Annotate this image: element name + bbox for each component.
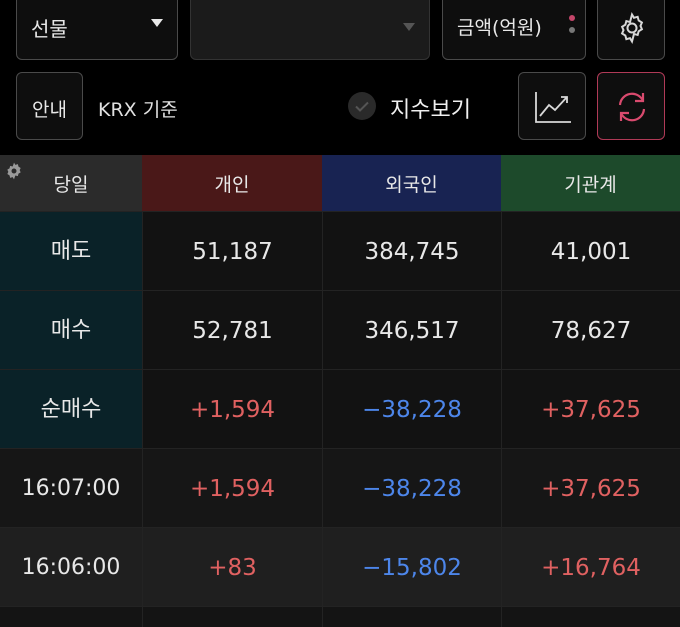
table-row: 순매수 +1,594 −38,228 +37,625 bbox=[0, 369, 680, 449]
row-label: 매도 bbox=[0, 212, 142, 291]
personal-value: +1,594 bbox=[142, 370, 322, 449]
row-time: 16:07:00 bbox=[21, 476, 121, 501]
foreign-value: −15,802 bbox=[322, 528, 501, 607]
line-chart-icon bbox=[535, 92, 571, 123]
basis-label: KRX 기준 bbox=[98, 99, 178, 121]
table-row[interactable]: 16:07:00 +1,594 −38,228 +37,625 bbox=[0, 448, 680, 528]
institution-value: 78,627 bbox=[501, 291, 680, 370]
amount-unit-label: 금액(억원) bbox=[457, 17, 542, 39]
item-select[interactable] bbox=[190, 0, 430, 60]
row-label: 순매수 bbox=[0, 370, 142, 449]
settings-button[interactable] bbox=[597, 0, 665, 60]
chevron-down-icon bbox=[403, 23, 415, 31]
header-today: 당일 bbox=[0, 155, 142, 211]
personal-value: 51,187 bbox=[142, 212, 322, 291]
institution-value: 41,001 bbox=[501, 212, 680, 291]
foreign-value: 346,517 bbox=[322, 291, 501, 370]
personal-value bbox=[142, 607, 322, 627]
personal-value: +1,594 bbox=[142, 449, 322, 528]
row-time: 16:06:00 bbox=[21, 555, 121, 580]
header-today-label: 당일 bbox=[53, 174, 89, 196]
header-personal-label: 개인 bbox=[214, 174, 250, 196]
row-label: 매수 bbox=[0, 291, 142, 370]
foreign-value bbox=[322, 607, 501, 627]
refresh-button[interactable] bbox=[597, 72, 665, 140]
institution-value: +16,764 bbox=[501, 528, 680, 607]
institution-value bbox=[501, 607, 680, 627]
market-select[interactable]: 선물 bbox=[16, 0, 178, 60]
header-foreign: 외국인 bbox=[322, 155, 501, 211]
chart-button[interactable] bbox=[518, 72, 586, 140]
check-circle-icon bbox=[348, 92, 376, 120]
header-institution-label: 기관계 bbox=[564, 174, 617, 196]
amount-unit-select[interactable]: 금액(억원) bbox=[442, 0, 586, 60]
personal-value: +83 bbox=[142, 528, 322, 607]
index-view-label: 지수보기 bbox=[390, 98, 471, 123]
guide-button[interactable]: 안내 bbox=[16, 72, 83, 140]
more-dots-icon[interactable] bbox=[569, 15, 575, 39]
table-row: 매도 51,187 384,745 41,001 bbox=[0, 211, 680, 291]
institution-value: +37,625 bbox=[501, 449, 680, 528]
header-personal: 개인 bbox=[142, 155, 322, 211]
institution-value: +37,625 bbox=[501, 370, 680, 449]
gear-icon bbox=[620, 12, 644, 44]
market-select-value: 선물 bbox=[31, 17, 68, 41]
guide-label: 안내 bbox=[32, 99, 67, 121]
table-row[interactable]: 16:06:00 +83 −15,802 +16,764 bbox=[0, 527, 680, 607]
foreign-value: −38,228 bbox=[322, 449, 501, 528]
foreign-value: 384,745 bbox=[322, 212, 501, 291]
foreign-value: −38,228 bbox=[322, 370, 501, 449]
settings-small-icon[interactable] bbox=[4, 161, 24, 181]
personal-value: 52,781 bbox=[142, 291, 322, 370]
header-institution: 기관계 bbox=[501, 155, 680, 211]
header-foreign-label: 외국인 bbox=[385, 174, 438, 196]
refresh-icon bbox=[618, 92, 646, 122]
chevron-down-icon bbox=[151, 19, 163, 27]
table-row: 매수 52,781 346,517 78,627 bbox=[0, 290, 680, 370]
